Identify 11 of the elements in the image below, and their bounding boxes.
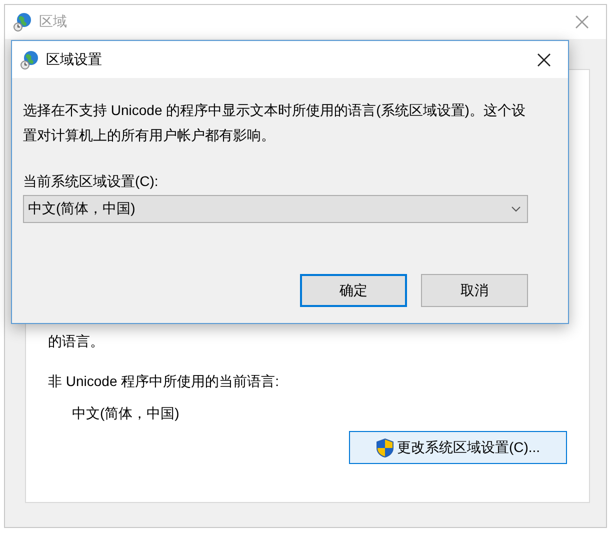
locale-dropdown[interactable]: 中文(简体，中国) (23, 195, 528, 223)
description-text: 的语言。 (48, 332, 105, 351)
change-locale-button[interactable]: 更改系统区域设置(C)... (349, 431, 567, 464)
window-title: 区域 (39, 13, 68, 31)
dialog-description: 选择在不支持 Unicode 的程序中显示文本时所使用的语言(系统区域设置)。这个设置对计算机上的所有用户帐户都有影响。 (23, 101, 526, 145)
current-language-text: 中文(简体，中国) (72, 404, 180, 423)
current-language-label: 非 Unicode 程序中所使用的当前语言: (48, 372, 280, 391)
ok-button[interactable]: 确定 (300, 274, 407, 307)
locale-label: 当前系统区域设置(C): (23, 172, 160, 191)
dialog-title: 区域设置 (46, 50, 103, 68)
cancel-button[interactable]: 取消 (421, 274, 528, 307)
